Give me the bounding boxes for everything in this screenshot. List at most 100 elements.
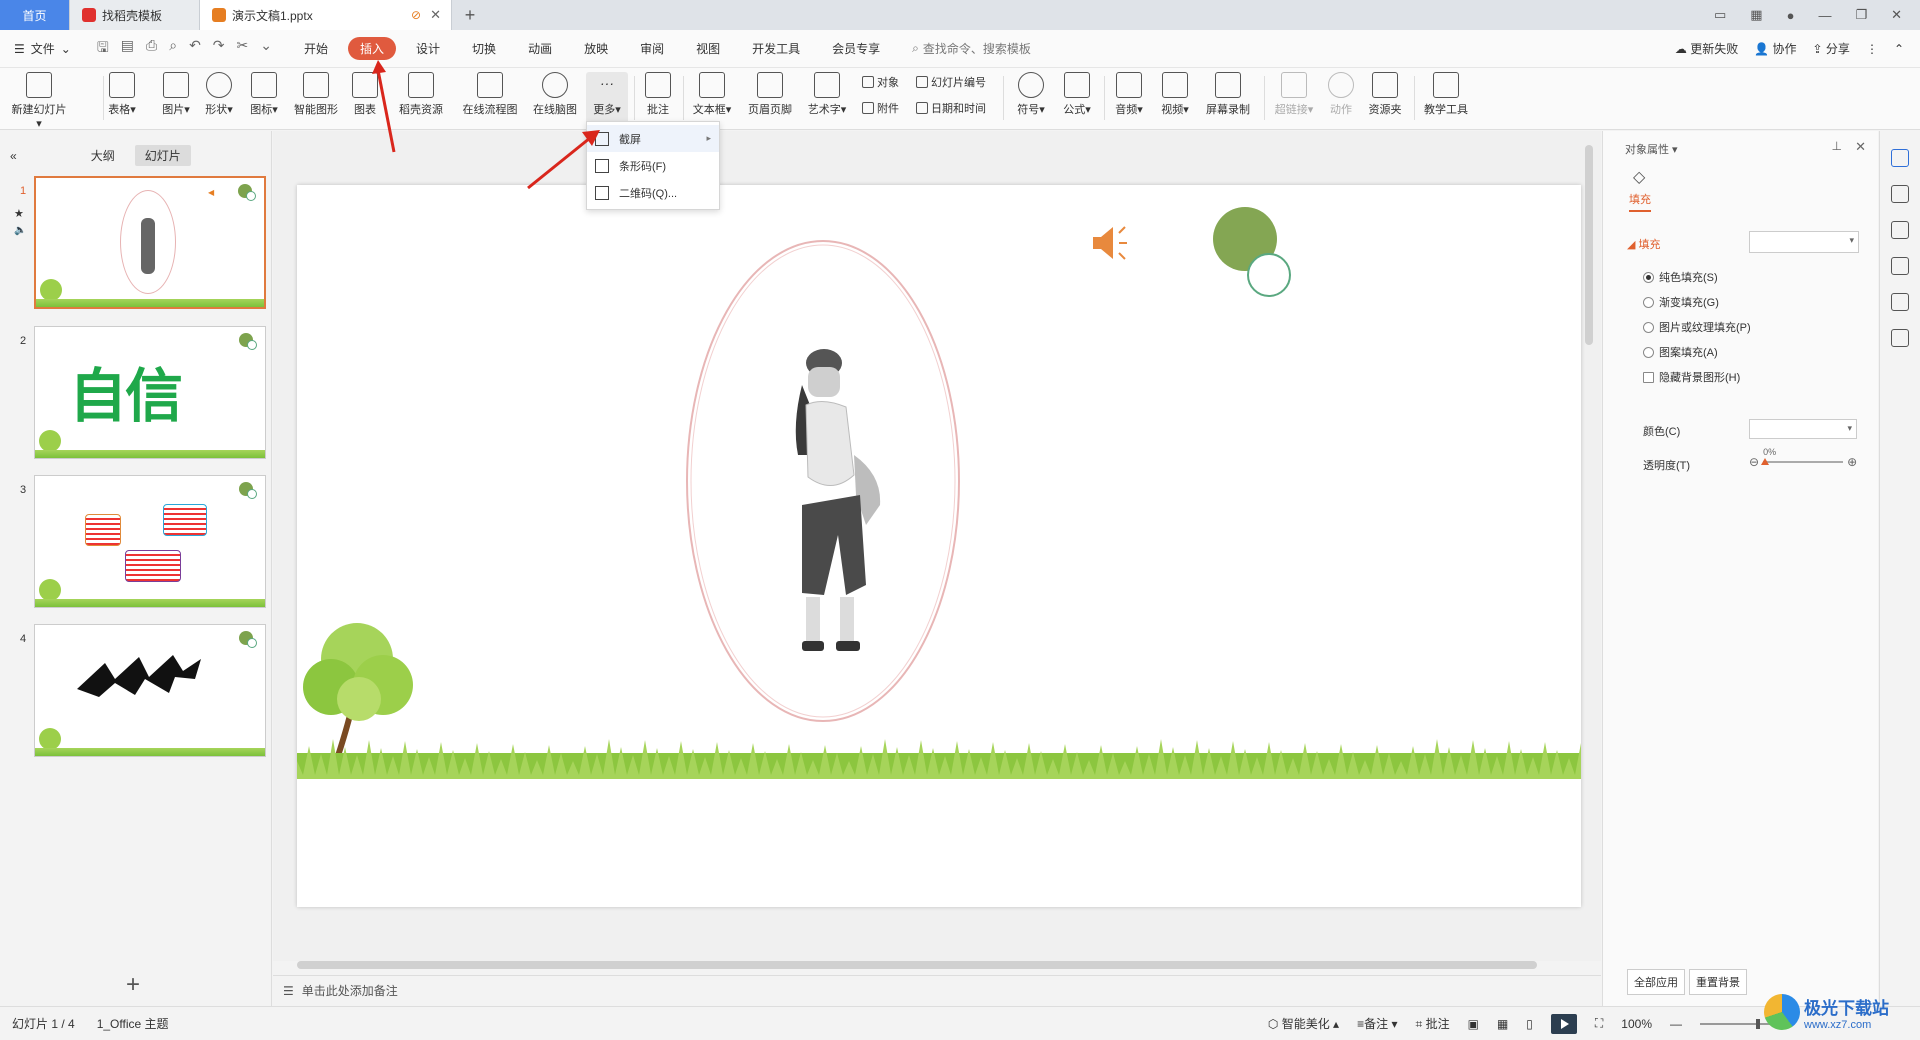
fit-window-icon[interactable]: ⛶ — [1595, 1016, 1603, 1031]
menu-member[interactable]: 会员专享 — [820, 37, 892, 60]
close-tab-icon[interactable]: ✕ — [430, 7, 441, 23]
person-photo[interactable] — [762, 345, 912, 705]
theme-name[interactable]: 1_Office 主题 — [97, 1015, 169, 1032]
menu-start[interactable]: 开始 — [292, 37, 340, 60]
menu-animation[interactable]: 动画 — [516, 37, 564, 60]
slide-thumbnail-1[interactable]: ◀ — [34, 176, 266, 309]
menu-insert[interactable]: 插入 — [348, 37, 397, 60]
minus-icon[interactable]: ⊖ — [1749, 455, 1759, 469]
online-mindmap-button[interactable]: 在线脑图 — [530, 72, 580, 117]
share-button[interactable]: ⇪ 分享 — [1813, 40, 1850, 57]
tab-outline[interactable]: 大纲 — [91, 147, 115, 164]
solid-fill-radio[interactable]: 纯色填充(S) — [1643, 269, 1718, 285]
properties-icon[interactable] — [1891, 149, 1909, 167]
pin-icon[interactable]: ⊥ — [1832, 139, 1842, 153]
shape-button[interactable]: 形状▾ — [201, 72, 237, 117]
video-button[interactable]: 视频▾ — [1156, 72, 1194, 117]
command-search[interactable]: ⌕ 查找命令、搜索模板 — [912, 40, 1031, 57]
screenshot-menu-item[interactable]: 截屏 ▸ — [587, 125, 719, 152]
slide-thumbnail-3[interactable] — [34, 475, 266, 608]
location-icon[interactable] — [1891, 293, 1909, 311]
resource-folder-button[interactable]: 资源夹 — [1364, 72, 1406, 117]
action-button[interactable]: 动作 — [1326, 72, 1356, 117]
notes-toggle-button[interactable]: ≡备注 ▾ — [1357, 1015, 1397, 1032]
tab-document[interactable]: 演示文稿1.pptx ⊘ ✕ — [200, 0, 452, 30]
reset-background-button[interactable]: 重置背景 — [1689, 969, 1747, 995]
screen-record-button[interactable]: 屏幕录制 — [1202, 72, 1254, 117]
menu-developer[interactable]: 开发工具 — [740, 37, 812, 60]
object-button[interactable]: 对象 — [862, 74, 899, 90]
comments-toggle-button[interactable]: ⌗ 批注 — [1415, 1015, 1449, 1032]
textbox-button[interactable]: 文本框▾ — [689, 72, 735, 117]
customize-icon[interactable]: ⌄ — [260, 37, 272, 61]
export-pdf-icon[interactable]: ▤ — [121, 37, 134, 61]
play-slideshow-button[interactable] — [1550, 1013, 1577, 1034]
book-icon[interactable] — [1891, 329, 1909, 347]
pattern-fill-radio[interactable]: 图案填充(A) — [1643, 344, 1718, 360]
restore-icon[interactable]: ❐ — [1855, 7, 1867, 23]
plus-icon[interactable]: ⊕ — [1847, 455, 1857, 469]
vertical-scrollbar[interactable] — [1585, 145, 1593, 345]
add-slide-button[interactable]: + — [126, 971, 140, 999]
smart-beautify-button[interactable]: ⬡ 智能美化 ▴ — [1268, 1015, 1339, 1032]
outline-circle[interactable] — [1247, 253, 1291, 297]
transition-icon[interactable] — [1891, 221, 1909, 239]
minimize-icon[interactable]: — — [1818, 8, 1831, 23]
formula-button[interactable]: 公式▾ — [1058, 72, 1096, 117]
grid-icon[interactable]: ▦ — [1750, 7, 1762, 23]
menu-review[interactable]: 审阅 — [628, 37, 676, 60]
datetime-button[interactable]: 日期和时间 — [916, 100, 986, 116]
pane-title[interactable]: 对象属性 ▾ — [1625, 141, 1678, 157]
collapse-ribbon-icon[interactable]: ⌃ — [1894, 42, 1904, 56]
animation-icon[interactable] — [1891, 185, 1909, 203]
header-footer-button[interactable]: 页眉页脚 — [745, 72, 795, 117]
undo-icon[interactable]: ↶ — [189, 37, 201, 61]
more-options-icon[interactable]: ⋮ — [1866, 42, 1878, 56]
smart-art-button[interactable]: 智能图形 — [292, 72, 340, 117]
reading-view-icon[interactable]: ▯ — [1526, 1017, 1533, 1031]
apply-all-button[interactable]: 全部应用 — [1627, 969, 1685, 995]
new-slide-button[interactable]: 新建幻灯片▾ — [10, 72, 68, 130]
slider-track[interactable]: 0% — [1761, 447, 1844, 465]
picture-fill-radio[interactable]: 图片或纹理填充(P) — [1643, 319, 1751, 335]
picture-button[interactable]: 图片▾ — [158, 72, 194, 117]
comment-button[interactable]: 批注 — [640, 72, 676, 117]
close-pane-icon[interactable]: ✕ — [1855, 139, 1866, 155]
avatar[interactable]: ● — [1787, 8, 1795, 23]
picture-tools-icon[interactable] — [1891, 257, 1909, 275]
close-window-icon[interactable]: ✕ — [1891, 7, 1902, 23]
zoom-out-icon[interactable]: — — [1670, 1017, 1682, 1031]
collaborate-button[interactable]: 👤 协作 — [1754, 40, 1796, 57]
icon-button[interactable]: 图标▾ — [246, 72, 282, 117]
preview-icon[interactable]: ⌕ — [169, 37, 177, 61]
fill-section-header[interactable]: ◢ 填充 — [1627, 236, 1661, 252]
tab-templates[interactable]: 找稻壳模板 — [70, 0, 200, 30]
attachment-button[interactable]: 附件 — [862, 100, 899, 116]
print-icon[interactable]: ⎙ — [146, 37, 157, 61]
hide-bg-checkbox[interactable]: 隐藏背景图形(H) — [1643, 369, 1740, 385]
tab-fill[interactable]: 填充 — [1629, 191, 1651, 212]
table-button[interactable]: 表格▾ — [104, 72, 140, 117]
gradient-fill-radio[interactable]: 渐变填充(G) — [1643, 294, 1719, 310]
horizontal-scrollbar[interactable] — [297, 961, 1537, 969]
normal-view-icon[interactable]: ▣ — [1468, 1017, 1479, 1031]
tab-home[interactable]: 首页 — [0, 0, 70, 30]
zoom-level[interactable]: 100% — [1621, 1017, 1652, 1031]
menu-design[interactable]: 设计 — [404, 37, 452, 60]
color-select[interactable] — [1749, 419, 1857, 439]
transparency-slider[interactable]: ⊖ 0% ⊕ — [1749, 447, 1857, 469]
fill-type-select[interactable] — [1749, 231, 1859, 253]
slide-thumbnail-2[interactable]: 自信 — [34, 326, 266, 459]
layout-icon[interactable]: ▭ — [1714, 7, 1726, 23]
more-button[interactable]: ··· 更多▾ — [586, 72, 628, 124]
new-tab-button[interactable]: + — [452, 0, 488, 30]
collapse-panel-icon[interactable]: « — [10, 149, 17, 163]
notes-area[interactable]: ☰ 单击此处添加备注 — [273, 975, 1601, 1005]
format-painter-icon[interactable]: ✂ — [237, 37, 249, 61]
qrcode-menu-item[interactable]: 二维码(Q)... — [587, 179, 719, 206]
barcode-menu-item[interactable]: 条形码(F) — [587, 152, 719, 179]
hyperlink-button[interactable]: 超链接▾ — [1272, 72, 1316, 117]
save-icon[interactable]: 🖫 — [97, 37, 109, 61]
docer-resource-button[interactable]: 稻壳资源 — [395, 72, 447, 117]
main-slide[interactable] — [297, 185, 1581, 907]
